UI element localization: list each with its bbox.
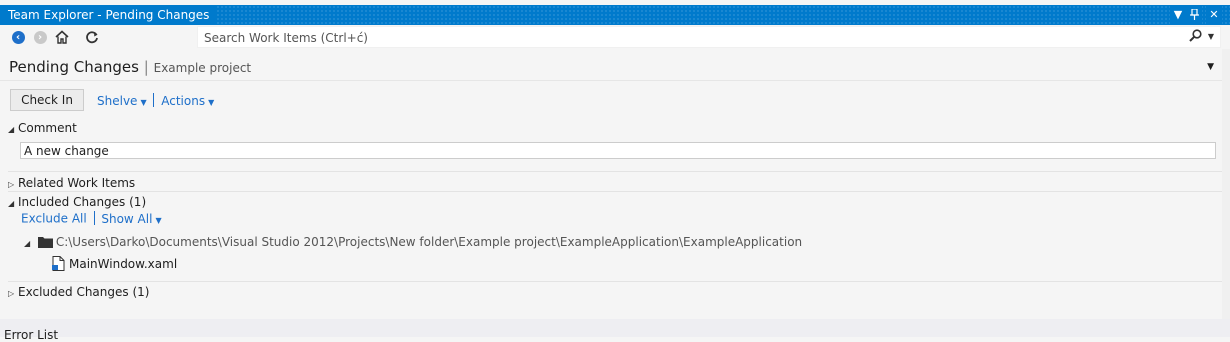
file-row[interactable]: MainWindow.xaml <box>52 256 177 274</box>
file-name: MainWindow.xaml <box>69 257 178 271</box>
related-work-items-header[interactable]: ▷ Related Work Items <box>8 176 135 190</box>
expanded-triangle-icon[interactable]: ◢ <box>8 125 18 134</box>
search-input[interactable] <box>202 28 1166 48</box>
xaml-file-icon <box>52 256 65 274</box>
pin-icon[interactable] <box>1186 5 1202 25</box>
folder-row[interactable]: ◢ C:\Users\Darko\Documents\Visual Studio… <box>24 235 802 251</box>
pending-changes-content: Check In Shelve▼ Actions▼ ◢Comment ▷Rela… <box>0 80 1222 319</box>
project-name: Example project <box>153 61 252 75</box>
comment-section-label: Comment <box>18 121 77 135</box>
included-changes-header[interactable]: ◢ Included Changes (1) <box>8 195 146 209</box>
title-separator: | <box>143 58 149 76</box>
comment-section-header[interactable]: ◢ Comment <box>8 121 77 135</box>
close-icon[interactable]: ✕ <box>1206 5 1222 25</box>
included-changes-label: Included Changes (1) <box>18 195 147 209</box>
expanded-triangle-icon[interactable]: ◢ <box>8 199 18 208</box>
chevron-down-icon: ▼ <box>155 215 162 225</box>
scrollbar[interactable] <box>1222 49 1230 319</box>
excluded-changes-header[interactable]: ▷ Excluded Changes (1) <box>8 285 149 299</box>
window-title: Team Explorer - Pending Changes <box>0 5 218 25</box>
forward-arrow-icon: › <box>32 29 48 45</box>
excluded-changes-label: Excluded Changes (1) <box>18 285 150 299</box>
refresh-icon[interactable] <box>84 29 100 45</box>
back-arrow-icon[interactable]: ‹ <box>10 29 26 45</box>
search-icon[interactable] <box>1189 29 1202 45</box>
page-title: Pending Changes <box>9 58 139 76</box>
separator <box>93 211 95 225</box>
page-dropdown-icon[interactable]: ▼ <box>1207 62 1214 72</box>
shelve-link[interactable]: Shelve ▼ <box>97 94 147 108</box>
expanded-triangle-icon[interactable]: ◢ <box>24 239 34 248</box>
error-list-tab[interactable]: Error List <box>4 328 58 342</box>
collapsed-triangle-icon[interactable]: ▷ <box>8 180 18 189</box>
actions-link[interactable]: Actions ▼ <box>161 94 214 108</box>
included-links: Exclude All Show All ▼ <box>21 211 162 227</box>
related-work-items-label: Related Work Items <box>18 176 136 190</box>
chevron-down-icon: ▼ <box>208 97 215 107</box>
divider <box>8 191 1222 192</box>
home-icon[interactable] <box>54 29 70 45</box>
show-all-link[interactable]: Show All ▼ <box>101 212 161 226</box>
exclude-all-link[interactable]: Exclude All <box>21 212 87 226</box>
search-dropdown-icon[interactable]: ▼ <box>1208 32 1214 41</box>
divider <box>8 171 1222 172</box>
page-header: Pending Changes | Example project ▼ <box>0 49 1230 79</box>
check-in-button[interactable]: Check In <box>10 89 84 111</box>
divider <box>8 281 1222 282</box>
action-links: Shelve ▼ Actions ▼ <box>97 93 214 109</box>
search-box[interactable]: ▼ <box>197 26 1221 48</box>
chevron-down-icon: ▼ <box>140 97 147 107</box>
folder-icon <box>37 236 53 251</box>
comment-input[interactable] <box>20 142 1216 159</box>
dropdown-icon[interactable]: ▼ <box>1170 5 1186 25</box>
folder-path: C:\Users\Darko\Documents\Visual Studio 2… <box>55 235 803 249</box>
title-bar: Team Explorer - Pending Changes ▼ ✕ <box>0 5 1230 25</box>
bottom-tab-bar: Error List <box>0 319 1230 342</box>
collapsed-triangle-icon[interactable]: ▷ <box>8 289 18 298</box>
separator <box>153 93 155 107</box>
